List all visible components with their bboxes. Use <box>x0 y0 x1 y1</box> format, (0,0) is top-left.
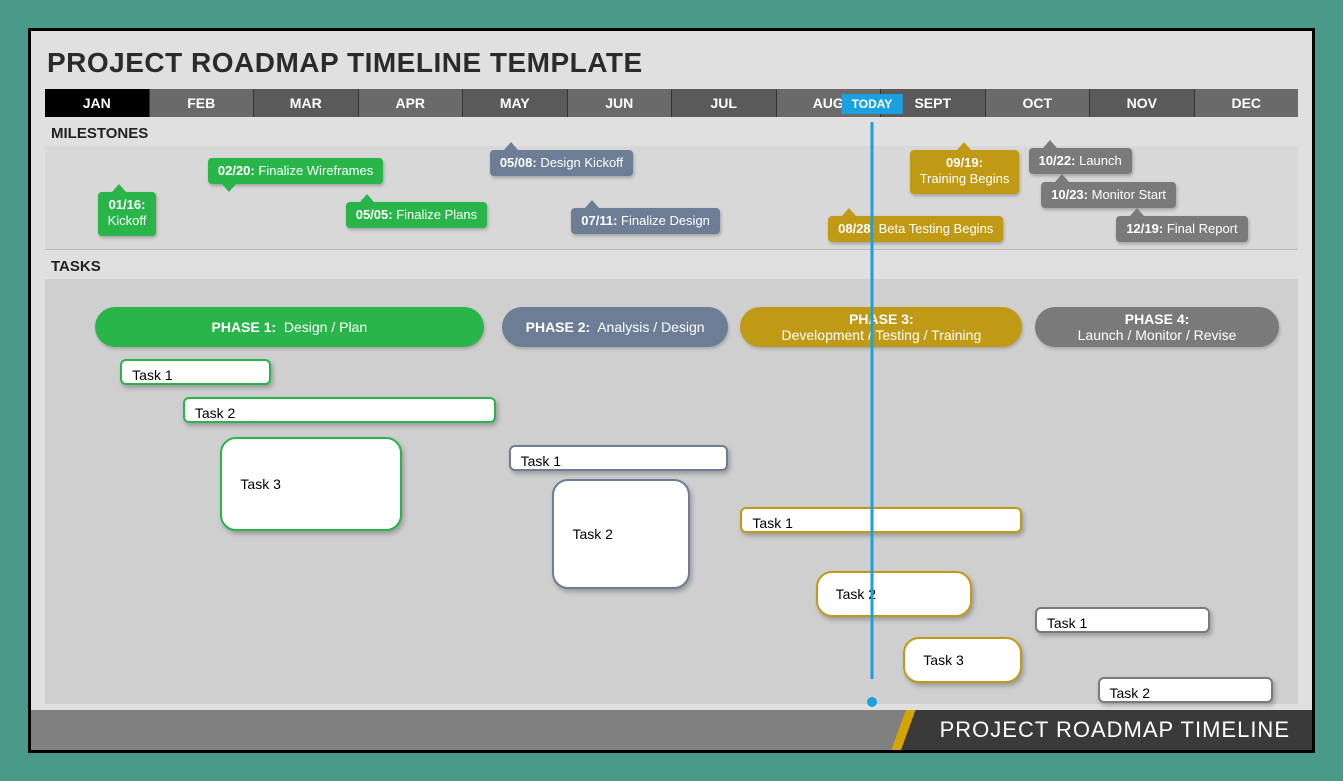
milestone-0[interactable]: 01/16:Kickoff <box>98 192 157 236</box>
task-box-8[interactable]: Task 1 <box>1035 607 1210 633</box>
phase-bar-1[interactable]: PHASE 1: Design / Plan <box>95 307 483 347</box>
milestone-7[interactable]: 10/22: Launch <box>1029 148 1132 174</box>
task-box-6[interactable]: Task 2 <box>816 571 973 617</box>
phase-bar-3[interactable]: PHASE 3:Development / Testing / Training <box>740 307 1022 347</box>
slide-body: PROJECT ROADMAP TIMELINE TEMPLATE JANFEB… <box>31 31 1312 710</box>
milestone-6[interactable]: 09/19:Training Begins <box>910 150 1020 194</box>
today-line <box>870 122 873 679</box>
month-column-jul: JUL <box>672 89 777 117</box>
milestone-8[interactable]: 10/23: Monitor Start <box>1041 182 1176 208</box>
month-column-feb: FEB <box>150 89 255 117</box>
month-column-may: MAY <box>463 89 568 117</box>
page-title: PROJECT ROADMAP TIMELINE TEMPLATE <box>47 47 1298 79</box>
month-column-nov: NOV <box>1090 89 1195 117</box>
month-column-apr: APR <box>359 89 464 117</box>
month-column-oct: OCT <box>986 89 1091 117</box>
timeline-header-wrap: JANFEBMARAPRMAYJUNJULAUGSEPTOCTNOVDEC <box>45 89 1298 117</box>
today-end-dot <box>867 697 877 707</box>
task-box-3[interactable]: Task 1 <box>509 445 728 471</box>
task-box-7[interactable]: Task 3 <box>903 637 1022 683</box>
month-column-dec: DEC <box>1195 89 1299 117</box>
milestone-4[interactable]: 07/11: Finalize Design <box>571 208 720 234</box>
phase-bar-4[interactable]: PHASE 4:Launch / Monitor / Revise <box>1035 307 1279 347</box>
milestone-9[interactable]: 12/19: Final Report <box>1116 216 1247 242</box>
milestones-label: MILESTONES <box>45 117 1298 146</box>
phase-bar-2[interactable]: PHASE 2: Analysis / Design <box>502 307 728 347</box>
footer-accent-icon <box>884 710 918 750</box>
task-box-9[interactable]: Task 2 <box>1098 677 1273 703</box>
tasks-band: PHASE 1: Design / Plan PHASE 2: Analysis … <box>45 279 1298 704</box>
footer-bar: PROJECT ROADMAP TIMELINE <box>31 710 1312 750</box>
month-column-jun: JUN <box>568 89 673 117</box>
task-box-0[interactable]: Task 1 <box>120 359 270 385</box>
task-box-2[interactable]: Task 3 <box>220 437 402 531</box>
month-header-row: JANFEBMARAPRMAYJUNJULAUGSEPTOCTNOVDEC <box>45 89 1298 117</box>
task-box-5[interactable]: Task 1 <box>740 507 1022 533</box>
milestone-2[interactable]: 05/05: Finalize Plans <box>346 202 487 228</box>
milestone-1[interactable]: 02/20: Finalize Wireframes <box>208 158 383 184</box>
tasks-label: TASKS <box>45 250 1298 279</box>
task-box-4[interactable]: Task 2 <box>552 479 690 589</box>
month-column-mar: MAR <box>254 89 359 117</box>
footer-spacer <box>31 710 884 750</box>
slide-frame: PROJECT ROADMAP TIMELINE TEMPLATE JANFEB… <box>28 28 1315 753</box>
milestones-band: TODAY 01/16:Kickoff02/20: Finalize Wiref… <box>45 146 1298 250</box>
footer-title: PROJECT ROADMAP TIMELINE <box>918 710 1312 750</box>
milestone-5[interactable]: 08/28: Beta Testing Begins <box>828 216 1003 242</box>
milestone-3[interactable]: 05/08: Design Kickoff <box>490 150 633 176</box>
task-box-1[interactable]: Task 2 <box>183 397 496 423</box>
month-column-jan: JAN <box>45 89 150 117</box>
today-flag: TODAY <box>842 94 903 114</box>
